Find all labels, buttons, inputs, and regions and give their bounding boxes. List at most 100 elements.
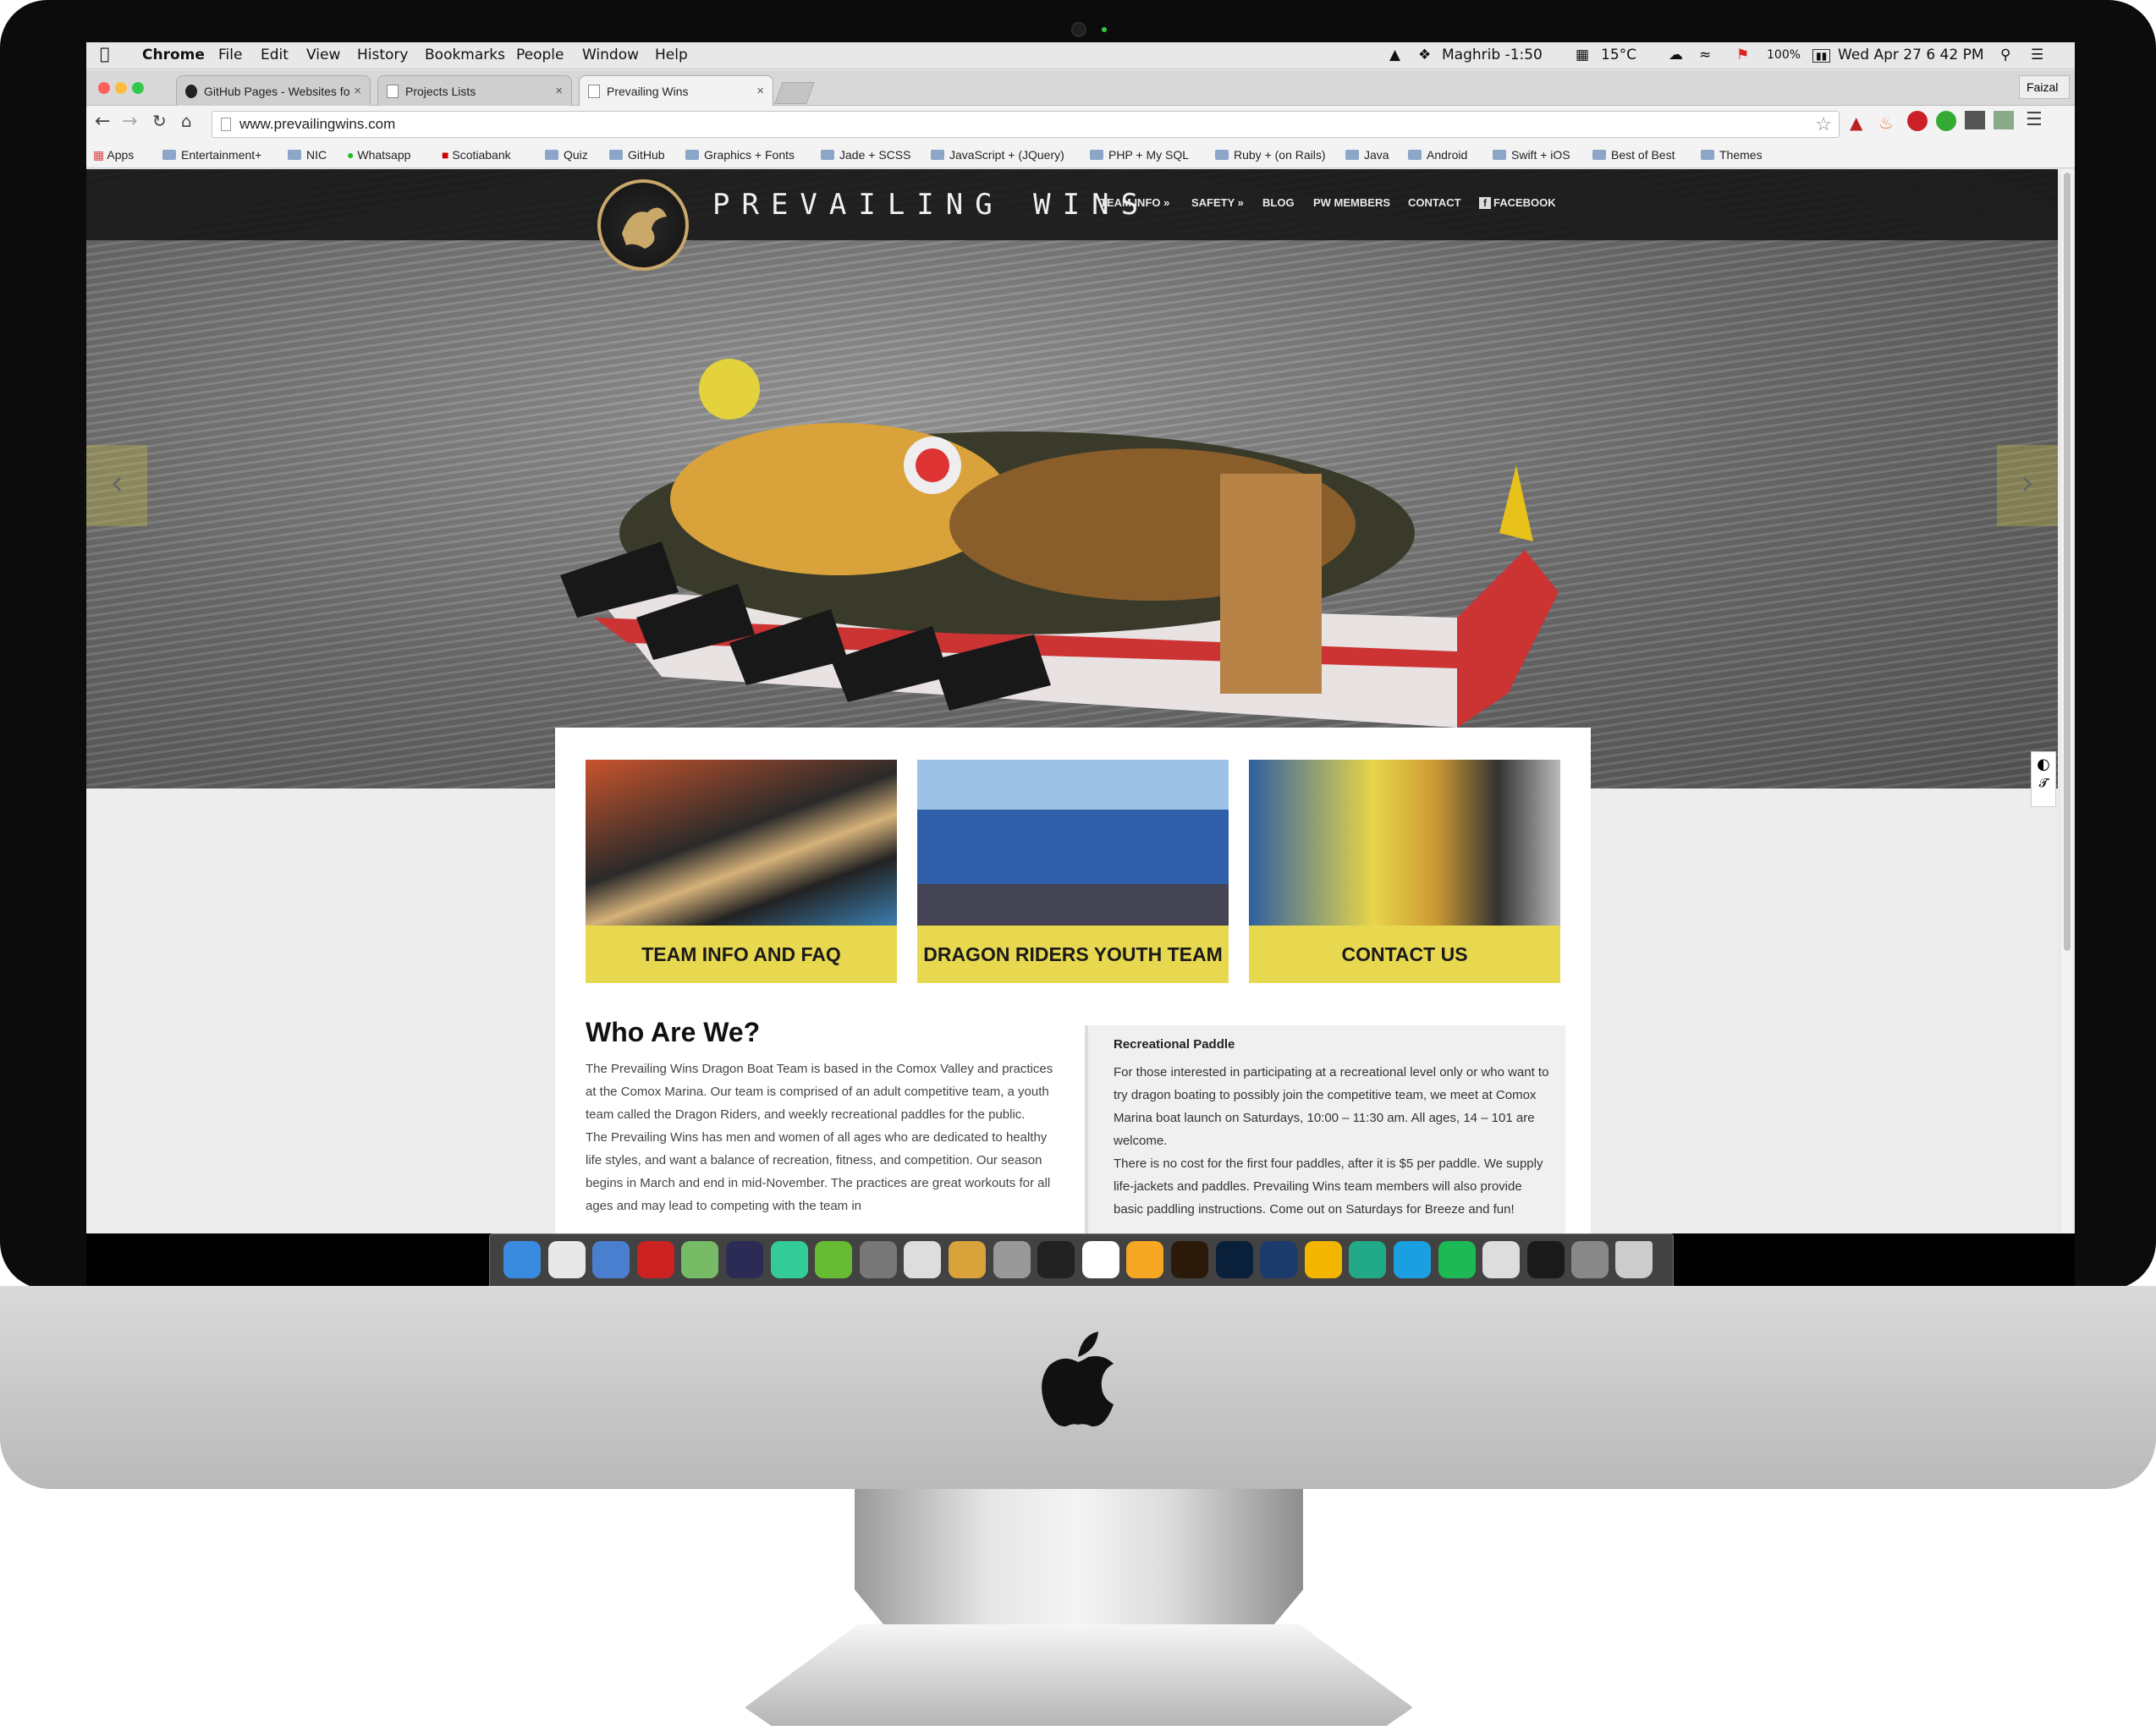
tile-dragon-riders[interactable]: DRAGON RIDERS YOUTH TEAM bbox=[917, 760, 1229, 983]
notification-center-icon[interactable]: ☰ bbox=[2031, 47, 2043, 63]
menu-history[interactable]: History bbox=[357, 47, 408, 63]
contrast-icon[interactable]: ◐ bbox=[2032, 752, 2055, 773]
nav-team-info[interactable]: TEAM INFO » bbox=[1100, 196, 1169, 209]
close-tab-icon[interactable]: × bbox=[756, 84, 764, 98]
page-scrollbar[interactable] bbox=[2061, 169, 2073, 1233]
sublime-icon[interactable] bbox=[859, 1241, 897, 1278]
bookmark-folder[interactable]: Java bbox=[1345, 148, 1389, 162]
menu-people[interactable]: People bbox=[516, 47, 564, 63]
menu-view[interactable]: View bbox=[306, 47, 340, 63]
profile-button[interactable]: Faizal bbox=[2019, 75, 2070, 99]
code-icon[interactable] bbox=[1081, 1241, 1119, 1278]
bookmark-folder[interactable]: Ruby + (on Rails) bbox=[1215, 148, 1326, 162]
nav-safety[interactable]: SAFETY » bbox=[1191, 196, 1244, 209]
evernote-icon[interactable] bbox=[1349, 1241, 1387, 1278]
clock[interactable]: Wed Apr 27 6 42 PM bbox=[1838, 47, 1984, 63]
new-tab-button[interactable] bbox=[774, 82, 815, 104]
prayer-time[interactable]: Maghrib -1:50 bbox=[1442, 47, 1543, 63]
android-studio-icon[interactable] bbox=[681, 1241, 719, 1278]
wifi-icon[interactable]: ≈ bbox=[1699, 47, 1711, 63]
menu-help[interactable]: Help bbox=[655, 47, 688, 63]
terminal-icon[interactable] bbox=[1037, 1241, 1075, 1278]
tile-contact-us[interactable]: CONTACT US bbox=[1249, 760, 1560, 983]
app-menu[interactable]: Chrome bbox=[142, 47, 205, 63]
extension-green-icon[interactable] bbox=[1936, 111, 1956, 131]
tile-team-info[interactable]: TEAM INFO AND FAQ bbox=[586, 760, 897, 983]
trash-icon[interactable] bbox=[1615, 1241, 1653, 1278]
tab-prevailing-wins[interactable]: Prevailing Wins × bbox=[579, 75, 773, 106]
nav-blog[interactable]: BLOG bbox=[1262, 196, 1295, 209]
cloud-icon[interactable] bbox=[1260, 1241, 1298, 1278]
weather[interactable]: 15°C bbox=[1601, 47, 1636, 63]
battery-level[interactable]: 100% bbox=[1767, 48, 1801, 62]
flag-icon[interactable]: ⚑ bbox=[1736, 47, 1749, 63]
butterfly-icon[interactable] bbox=[1304, 1241, 1342, 1278]
xcode-icon[interactable] bbox=[592, 1241, 630, 1278]
rocket-icon[interactable] bbox=[1526, 1241, 1565, 1278]
reload-icon[interactable]: ↻ bbox=[152, 111, 167, 131]
bookmark-folder[interactable]: Quiz bbox=[545, 148, 588, 162]
extension-flame-icon[interactable]: ♨ bbox=[1878, 113, 1894, 133]
eclipse-icon[interactable] bbox=[726, 1241, 763, 1278]
dropbox-icon[interactable]: ❖ bbox=[1418, 47, 1431, 63]
chrome-menu-icon[interactable]: ☰ bbox=[2026, 109, 2043, 130]
illustrator-icon[interactable] bbox=[1171, 1241, 1208, 1278]
star-icon[interactable]: ☆ bbox=[1815, 113, 1832, 135]
bookmark-folder[interactable]: Themes bbox=[1701, 148, 1763, 162]
bookmark-folder[interactable]: GitHub bbox=[609, 148, 665, 162]
scrollbar-thumb[interactable] bbox=[2064, 173, 2071, 951]
bookmark-folder[interactable]: NIC bbox=[288, 148, 327, 162]
bookmark-folder[interactable]: JavaScript + (JQuery) bbox=[931, 148, 1064, 162]
leaf-icon[interactable] bbox=[815, 1241, 853, 1278]
nav-facebook[interactable]: f FACEBOOK bbox=[1479, 196, 1556, 209]
bookmark-folder[interactable]: Entertainment+ bbox=[162, 148, 261, 162]
nav-pw-members[interactable]: PW MEMBERS bbox=[1313, 196, 1390, 209]
pinterest-icon[interactable] bbox=[1907, 111, 1928, 131]
bookmark-folder[interactable]: Android bbox=[1408, 148, 1467, 162]
finder-icon[interactable] bbox=[503, 1241, 541, 1278]
stack-icon[interactable] bbox=[949, 1241, 986, 1278]
chrome-icon[interactable] bbox=[547, 1241, 586, 1278]
atom-icon[interactable] bbox=[770, 1241, 808, 1278]
tab-projects-lists[interactable]: Projects Lists × bbox=[377, 75, 572, 106]
home-icon[interactable]: ⌂ bbox=[181, 111, 192, 131]
zoom-window-icon[interactable] bbox=[132, 82, 144, 94]
menu-bookmarks[interactable]: Bookmarks bbox=[425, 47, 505, 63]
itunes-icon[interactable] bbox=[1482, 1241, 1521, 1278]
slider-next-button[interactable]: › bbox=[1997, 445, 2058, 526]
forward-icon[interactable]: → bbox=[122, 111, 137, 132]
nav-contact[interactable]: CONTACT bbox=[1408, 196, 1461, 209]
site-name[interactable]: PREVAILING WINS bbox=[712, 188, 1150, 222]
menu-edit[interactable]: Edit bbox=[261, 47, 289, 63]
skype-icon[interactable] bbox=[1394, 1241, 1431, 1278]
close-window-icon[interactable] bbox=[98, 82, 110, 94]
bookmark-folder[interactable]: Graphics + Fonts bbox=[685, 148, 795, 162]
disk-icon[interactable] bbox=[993, 1241, 1031, 1278]
bookmark-folder[interactable]: PHP + My SQL bbox=[1090, 148, 1189, 162]
close-tab-icon[interactable]: × bbox=[354, 84, 361, 98]
extension-inbox-icon[interactable] bbox=[1965, 111, 1985, 129]
back-icon[interactable]: ← bbox=[95, 111, 110, 132]
bookmark-apps[interactable]: ▦ Apps bbox=[93, 148, 134, 162]
menu-file[interactable]: File bbox=[218, 47, 242, 63]
slider-prev-button[interactable]: ‹ bbox=[86, 445, 147, 526]
bookmark-folder[interactable]: Best of Best bbox=[1592, 148, 1675, 162]
extension-grid-icon[interactable] bbox=[1994, 111, 2014, 129]
extension-hat-icon[interactable]: ▲ bbox=[1850, 113, 1862, 133]
drive-icon[interactable]: ▲ bbox=[1389, 47, 1400, 63]
address-bar[interactable]: www.prevailingwins.com ☆ bbox=[212, 111, 1840, 138]
spotify-icon[interactable] bbox=[1438, 1241, 1476, 1278]
menu-window[interactable]: Window bbox=[582, 47, 639, 63]
cloud-icon[interactable]: ☁ bbox=[1669, 47, 1683, 63]
apple-menu-icon[interactable]:  bbox=[100, 45, 109, 63]
bookmark-folder[interactable]: Swift + iOS bbox=[1493, 148, 1570, 162]
calendar-icon[interactable]: ▦ bbox=[1576, 47, 1589, 63]
tab-github-pages[interactable]: GitHub Pages - Websites fo × bbox=[176, 75, 371, 106]
bookmark-whatsapp[interactable]: ● Whatsapp bbox=[347, 148, 410, 162]
cc-icon[interactable] bbox=[636, 1241, 674, 1278]
text-size-icon[interactable]: 𝓣 bbox=[2032, 773, 2055, 790]
close-tab-icon[interactable]: × bbox=[555, 84, 563, 98]
launchpad-icon[interactable] bbox=[1571, 1241, 1609, 1278]
minimize-window-icon[interactable] bbox=[115, 82, 127, 94]
bookmark-scotiabank[interactable]: ■ Scotiabank bbox=[442, 148, 511, 162]
